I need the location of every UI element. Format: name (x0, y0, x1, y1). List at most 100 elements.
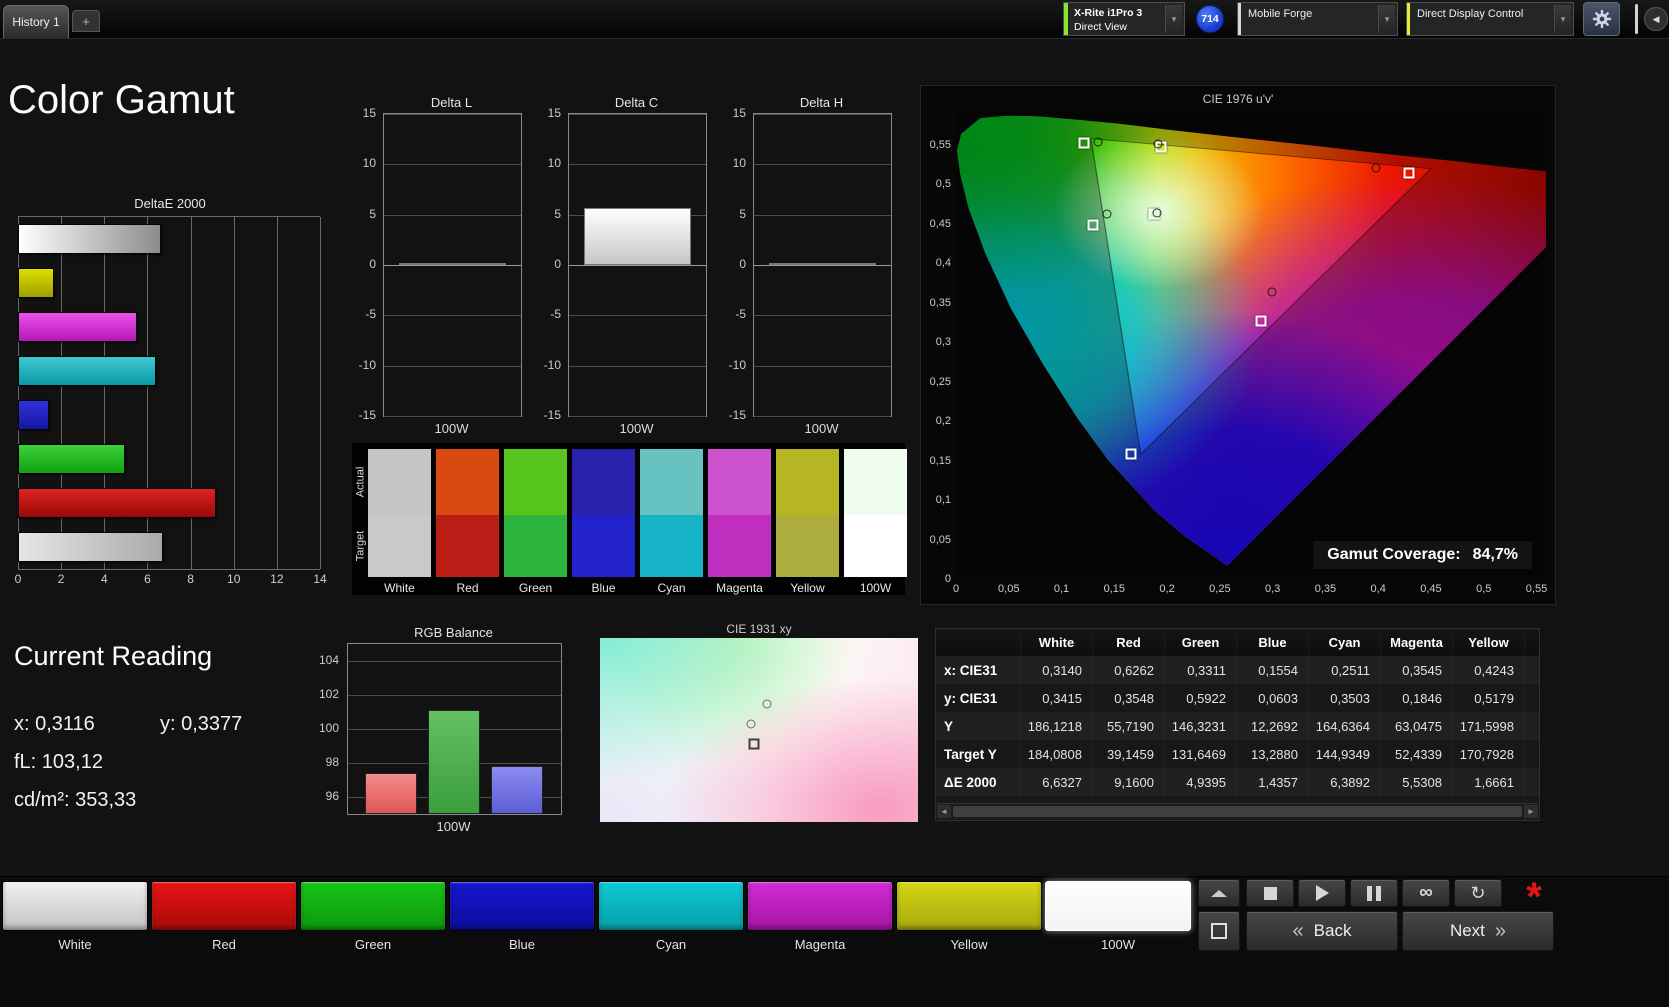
chevron-down-icon[interactable]: ▾ (1165, 5, 1182, 33)
reading-y: y: 0,3377 (160, 713, 243, 735)
swatch-target (708, 515, 771, 577)
swatch-column-green: Green (504, 449, 567, 595)
add-tab-button[interactable]: + (72, 10, 100, 32)
actual-row-label: Actual (354, 466, 367, 498)
y-tick-label: 5 (739, 206, 746, 221)
y-tick-label: 10 (362, 156, 376, 171)
pattern-button-cyan[interactable] (598, 881, 744, 931)
swatch-column-white: White (368, 449, 431, 595)
scroll-thumb[interactable] (953, 806, 1522, 817)
y-tick-label: 0 (369, 257, 376, 271)
pattern-button-green[interactable] (300, 881, 446, 931)
swatch-label: Green (518, 581, 553, 595)
rgb-balance-chart: RGB Balance 104 102 100 98 96 100W (307, 625, 572, 840)
loop-button[interactable]: ∞ (1402, 879, 1450, 907)
swatch-label: Cyan (657, 581, 686, 595)
pattern-source-dropdown[interactable]: Mobile Forge ▾ (1237, 2, 1398, 36)
expand-up-button[interactable] (1198, 879, 1240, 907)
next-button[interactable]: Next » (1402, 911, 1554, 951)
back-button[interactable]: « Back (1246, 911, 1398, 951)
table-row-label: Target Y (936, 740, 1021, 768)
table-cell: 4,9395 (1165, 768, 1237, 796)
chevron-down-icon[interactable]: ▾ (1554, 5, 1571, 33)
table-cell: 0,5922 (1165, 684, 1237, 712)
pattern-button-magenta[interactable] (747, 881, 893, 931)
pattern-button-blue[interactable] (449, 881, 595, 931)
table-cell: 5,5308 (1381, 768, 1453, 796)
target-marker (1403, 167, 1415, 179)
back-label: Back (1313, 921, 1352, 940)
refresh-button[interactable]: ↻ (1454, 879, 1502, 907)
table-column-header: Blue (1237, 629, 1309, 656)
table-cell: 39,1459 (1093, 740, 1165, 768)
pattern-button-yellow[interactable] (896, 881, 1042, 931)
table-cell: 0,3545 (1381, 656, 1453, 684)
swatch-target (844, 515, 907, 577)
meter-dropdown[interactable]: X-Rite i1Pro 3 Direct View ▾ (1063, 2, 1185, 36)
chevron-left-icon: « (1292, 919, 1304, 942)
rgb-balance-plot (347, 643, 562, 815)
pattern-button-label: 100W (1101, 937, 1135, 952)
pattern-button-white[interactable] (2, 881, 148, 931)
pattern-button-label: Blue (508, 937, 536, 952)
cie1931-panel: CIE 1931 xy (600, 622, 918, 822)
y-tick-label: 0,25 (929, 375, 951, 388)
delta_h-plot (753, 113, 892, 417)
chart-pattern-label: 100W (434, 421, 469, 436)
table-cell: 1,4357 (1237, 768, 1309, 796)
collapse-arrow-button[interactable]: ◀ (1644, 7, 1668, 31)
control-accent-bar (1407, 3, 1410, 35)
stop-button[interactable] (1246, 879, 1294, 907)
table-row: Target Y 184,0808 39,1459 131,6469 13,2880 14… (936, 740, 1539, 768)
measured-marker (1102, 209, 1112, 219)
meter-text: X-Rite i1Pro 3 Direct View (1074, 6, 1142, 34)
table-cell: 0,1846 (1381, 684, 1453, 712)
cie1976-panel: CIE 1976 u'v' 0 0,05 0,1 0,15 0,2 0,25 0,3 0,35… (920, 85, 1556, 605)
y-tick-label: 0,4 (935, 257, 951, 270)
scroll-left-arrow[interactable]: ◄ (937, 805, 951, 818)
swatch-column-magenta: Magenta (708, 449, 771, 595)
pattern-window-button[interactable] (1198, 911, 1240, 951)
scroll-right-arrow[interactable]: ► (1524, 805, 1538, 818)
swatch-label: Blue (591, 581, 616, 595)
deltae-bar-row (18, 261, 320, 305)
y-tick-label: -15 (358, 408, 376, 422)
gridline (384, 315, 521, 317)
y-tick-label: -15 (728, 408, 746, 422)
swatch-column-cyan: Cyan (640, 449, 703, 595)
delta_h-yaxis: 15 10 5 0 -5 -10 -15 (720, 106, 750, 422)
y-tick-label: -15 (543, 408, 561, 422)
table-cell: 0,3140 (1021, 656, 1093, 684)
play-button[interactable] (1298, 879, 1346, 907)
table-row: Y 186,1218 55,7190 146,3231 12,2692 164,6364 6… (936, 712, 1539, 740)
delta_l-chart: Delta L 15 10 5 0 -5 -10 -15 100W (350, 95, 522, 440)
pattern-button-100w[interactable] (1045, 881, 1191, 931)
x-tick-label: 0,1 (1053, 583, 1070, 595)
y-tick-label: 10 (732, 156, 746, 171)
table-row: x: CIE31 0,3140 0,6262 0,3311 0,1554 0,2511 0,… (936, 656, 1539, 684)
actual-row-header: Actual (352, 449, 368, 515)
target-row-label: Target (354, 530, 367, 562)
swatch-label: White (384, 581, 415, 595)
table-horizontal-scrollbar[interactable]: ◄ ► (937, 803, 1538, 819)
swatch-column-yellow: Yellow (776, 449, 839, 595)
deltae-bar-magenta (18, 312, 138, 342)
y-tick-label: -10 (728, 357, 746, 372)
swatch-target (368, 515, 431, 577)
swatch-actual (436, 449, 499, 515)
chevron-down-icon[interactable]: ▾ (1378, 5, 1395, 33)
x-tick-label: 0,05 (998, 583, 1020, 595)
gridline (348, 695, 561, 696)
swatch-target (776, 515, 839, 577)
settings-button[interactable] (1583, 2, 1620, 36)
deltae2000-xaxis: 0 2 4 6 8 10 12 14 (15, 572, 327, 588)
table-column-header: Green (1165, 629, 1237, 656)
gear-icon (1592, 9, 1611, 29)
pause-button[interactable] (1350, 879, 1398, 907)
display-control-dropdown[interactable]: Direct Display Control ▾ (1406, 2, 1574, 36)
deltae-bar-row (18, 305, 320, 349)
table-column-header: White (1021, 629, 1093, 656)
pause-icon (1367, 885, 1372, 901)
tab-history[interactable]: History 1 (3, 5, 69, 38)
pattern-button-red[interactable] (151, 881, 297, 931)
